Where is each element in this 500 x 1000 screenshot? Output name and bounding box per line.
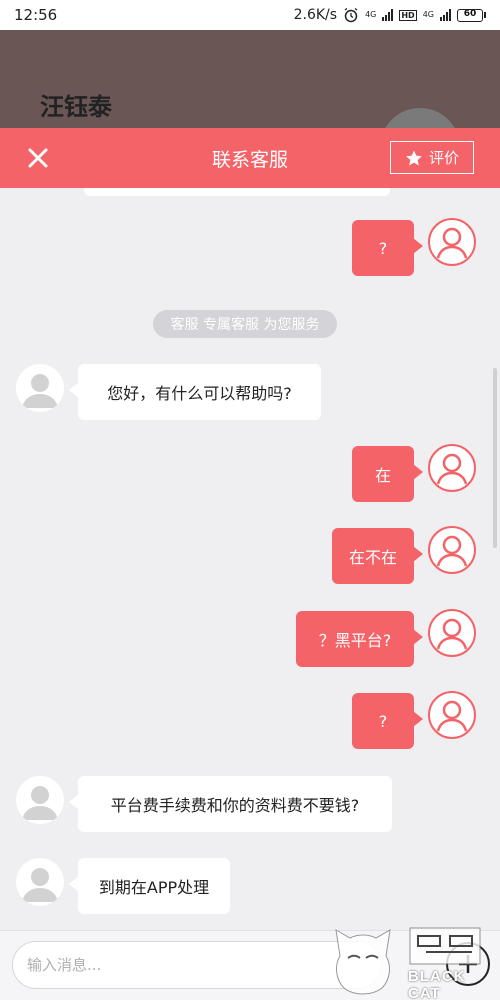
signal-icon-2: [440, 9, 451, 21]
my-avatar[interactable]: [428, 218, 476, 266]
user-icon: [436, 453, 468, 485]
rate-label: 评价: [428, 149, 459, 167]
user-icon: [436, 700, 468, 732]
message-bubble-me[interactable]: ?: [352, 693, 423, 749]
service-avatar[interactable]: [16, 858, 64, 906]
page-title: 联系客服: [211, 148, 288, 171]
net-speed: 2.6K/s: [293, 7, 338, 23]
chat-area[interactable]: ? 客服 专属客服 为您服务 您好，有什么可以帮助吗? 在 在不在 ？黑平台? …: [0, 188, 500, 930]
signal-icon-1: [382, 9, 394, 21]
message-bubble-service[interactable]: 您好，有什么可以帮助吗?: [69, 364, 321, 420]
alarm-icon: [344, 7, 358, 23]
my-avatar[interactable]: [428, 526, 476, 574]
hd-badge: HD: [399, 9, 417, 21]
service-avatar[interactable]: [16, 776, 64, 824]
my-avatar[interactable]: [428, 691, 476, 739]
user-icon: [22, 374, 58, 408]
net-type-1: 4G: [365, 10, 377, 19]
background-user-name: 汪钰泰: [40, 93, 112, 121]
user-icon: [436, 618, 468, 650]
service-avatar[interactable]: [16, 364, 64, 412]
message-bubble-me[interactable]: 在: [352, 446, 423, 502]
net-type-2: 4G: [422, 10, 434, 19]
my-avatar[interactable]: [428, 609, 476, 657]
message-bubble-me[interactable]: ？黑平台?: [296, 611, 423, 667]
status-icons: 2.6K/s 4G HD 4G 60: [294, 7, 486, 23]
battery-icon: 60: [457, 8, 486, 22]
system-notice: 客服 专属客服 为您服务: [153, 310, 337, 338]
user-icon: [22, 786, 58, 820]
partial-message-bubble: [84, 188, 390, 196]
chat-scrollbar[interactable]: [493, 368, 497, 548]
message-bubble-service[interactable]: 到期在APP处理: [69, 858, 230, 914]
status-time: 12:56: [14, 6, 58, 24]
message-bubble-me[interactable]: 在不在: [332, 528, 423, 584]
message-input[interactable]: [12, 941, 382, 989]
battery-level: 60: [463, 8, 477, 19]
message-bubble-me[interactable]: ?: [352, 220, 423, 276]
close-icon[interactable]: [26, 146, 50, 170]
rate-button[interactable]: 评价: [390, 141, 474, 174]
navbar: 联系客服 评价: [0, 128, 500, 188]
watermark-text: BLACK CAT: [408, 968, 466, 1000]
user-icon: [436, 535, 468, 567]
user-icon: [22, 868, 58, 902]
user-icon: [436, 227, 468, 259]
my-avatar[interactable]: [428, 444, 476, 492]
star-icon: [406, 150, 422, 165]
background-header: 汪钰泰: [0, 30, 500, 188]
status-bar: 12:56 2.6K/s 4G HD 4G 60: [0, 0, 500, 30]
message-bubble-service[interactable]: 平台费手续费和你的资料费不要钱?: [69, 776, 392, 832]
